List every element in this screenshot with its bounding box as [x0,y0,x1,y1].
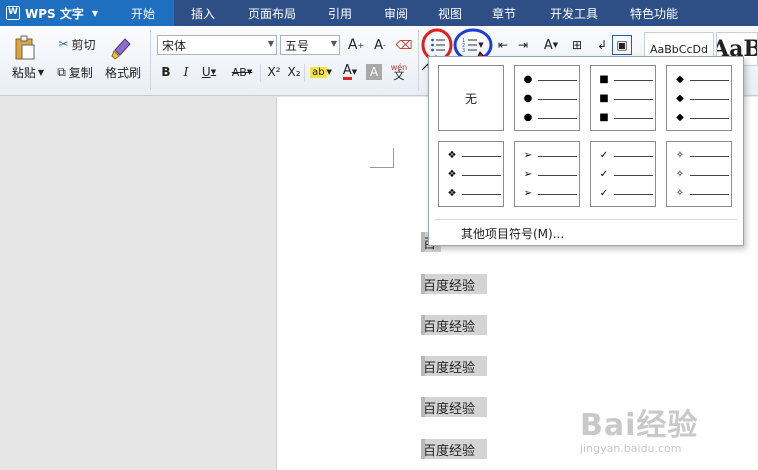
menu-divider [435,219,737,220]
document-line[interactable]: 百度经验 [421,397,487,417]
bullet-style-dropdown: 无 ● ● ● ■ ■ ■ ◆ ◆ ◆ ❖ ❖ ❖ ➢ ➢ ➢ ✓ ✓ ✓ ✧ … [428,56,744,246]
check-bullet-icon: ✓ [599,150,609,161]
more-bullets-menu-item[interactable]: 其他项目符号(M)... [461,225,564,242]
bullet-style-round[interactable]: ● ● ● [514,65,580,131]
bullet-style-four-diamond[interactable]: ❖ ❖ ❖ [438,141,504,207]
bullet-style-star[interactable]: ✧ ✧ ✧ [666,141,732,207]
baidu-watermark: Bai经验 jingyan.baidu.com [580,408,699,455]
bullet-style-none[interactable]: 无 [438,65,504,131]
margin-corner-mark [370,148,394,168]
bullet-style-arrow[interactable]: ➢ ➢ ➢ [514,141,580,207]
diamond-bullet-icon: ◆ [676,74,684,85]
bullet-style-check[interactable]: ✓ ✓ ✓ [590,141,656,207]
document-line[interactable]: 百度经验 [421,439,487,459]
star-bullet-icon: ✧ [675,150,685,161]
round-bullet-icon: ● [523,74,533,85]
document-line[interactable]: 百度经验 [421,356,487,376]
document-line[interactable]: 百度经验 [421,315,487,335]
bullet-style-square[interactable]: ■ ■ ■ [590,65,656,131]
square-bullet-icon: ■ [599,74,609,85]
bullet-style-diamond[interactable]: ◆ ◆ ◆ [666,65,732,131]
four-diamond-bullet-icon: ❖ [447,150,457,161]
document-line[interactable]: 百度经验 [421,274,487,294]
arrow-bullet-icon: ➢ [523,150,533,161]
